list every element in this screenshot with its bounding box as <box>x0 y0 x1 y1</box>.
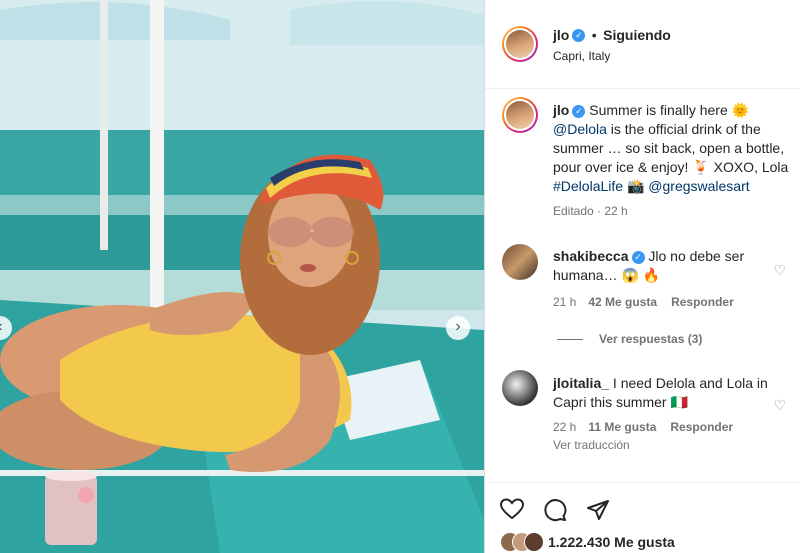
mention-gregswalesart-link[interactable]: @gregswalesart <box>648 178 749 194</box>
sun-emoji: 🌞 <box>731 102 750 118</box>
verified-badge-icon: ✓ <box>572 29 586 43</box>
author-avatar[interactable] <box>502 26 538 62</box>
verified-badge-icon: ✓ <box>631 250 645 264</box>
hashtag-link[interactable]: #DelolaLife <box>553 178 623 194</box>
photo-illustration <box>0 0 484 553</box>
author-username[interactable]: jlo <box>553 27 569 43</box>
comment-meta: 21 h 42 Me gusta Responder <box>553 295 748 309</box>
camera-emoji: 📸 <box>626 178 645 194</box>
post-photo: ‹ › <box>0 0 484 553</box>
comment-username[interactable]: shakibecca <box>553 248 629 264</box>
likes-count[interactable]: 1.222.430 Me gusta <box>548 534 675 550</box>
mention-delola-link[interactable]: @Delola <box>553 121 607 137</box>
next-arrow-button[interactable]: › <box>446 316 470 340</box>
caption-avatar[interactable] <box>502 97 538 133</box>
comment-text: jloitalia_ I need Delola and Lola in Cap… <box>553 374 783 412</box>
caption-line-1: Summer is finally here <box>589 102 728 118</box>
liker-avatar <box>524 532 544 552</box>
comment-like-heart-icon[interactable]: ♡ <box>773 262 786 279</box>
comment-line-1: I need Delola and Lola in <box>612 375 768 391</box>
comment-text: shakibecca ✓ Jlo no debe ser humana… 😱 🔥 <box>553 247 773 285</box>
caption-line-2: is the official drink of the <box>610 121 761 137</box>
likes-row[interactable]: 1.222.430 Me gusta <box>500 532 790 552</box>
comment-line-1: Jlo no debe ser <box>648 248 745 264</box>
see-translation-button[interactable]: Ver traducción <box>553 438 630 452</box>
comment-time: 22 h <box>553 420 577 434</box>
verified-badge-icon: ✓ <box>572 104 586 118</box>
reply-button[interactable]: Responder <box>671 295 734 309</box>
caption-username[interactable]: jlo <box>553 102 569 118</box>
comment-like-heart-icon[interactable]: ♡ <box>773 397 786 414</box>
comment-time: 21 h <box>553 295 577 309</box>
view-replies-label: Ver respuestas (3) <box>599 332 703 346</box>
edited-timestamp: Editado · 22 h <box>553 204 628 218</box>
comment-likes[interactable]: 11 Me gusta <box>588 420 656 434</box>
view-replies-button[interactable]: Ver respuestas (3) <box>557 332 716 346</box>
actions-divider <box>485 482 800 483</box>
caption-line-3: summer … so sit back, open a bottle, <box>553 140 785 156</box>
comment-likes[interactable]: 42 Me gusta <box>588 295 657 309</box>
replies-divider-line <box>557 339 583 341</box>
separator-dot: • <box>591 27 597 43</box>
like-heart-icon[interactable] <box>499 498 525 526</box>
caption-line-4: pour over ice & enjoy! 🍹 XOXO, Lola <box>553 159 789 175</box>
commenter-avatar[interactable] <box>502 370 538 406</box>
location-link[interactable]: Capri, Italy <box>553 49 610 63</box>
caption-text: jlo ✓ Summer is finally here 🌞 @Delola is… <box>553 101 793 221</box>
comment-line-2: humana… <box>553 267 618 283</box>
comment-bubble-icon[interactable] <box>543 498 567 528</box>
reply-button[interactable]: Responder <box>670 420 733 434</box>
share-paper-plane-icon[interactable] <box>586 498 610 528</box>
commenter-avatar[interactable] <box>502 244 538 280</box>
comment-username[interactable]: jloitalia_ <box>553 375 609 391</box>
post-header: jlo ✓ • Siguiendo Capri, Italy <box>485 0 800 89</box>
comment-emojis: 😱 🔥 <box>621 267 661 283</box>
following-button[interactable]: Siguiendo <box>603 27 671 43</box>
comment-line-2: Capri this summer 🇮🇹 <box>553 394 688 410</box>
post-sidebar: jlo ✓ • Siguiendo Capri, Italy jlo ✓ Summe… <box>484 0 800 553</box>
comment-meta: 22 h 11 Me gusta Responder <box>553 420 747 434</box>
